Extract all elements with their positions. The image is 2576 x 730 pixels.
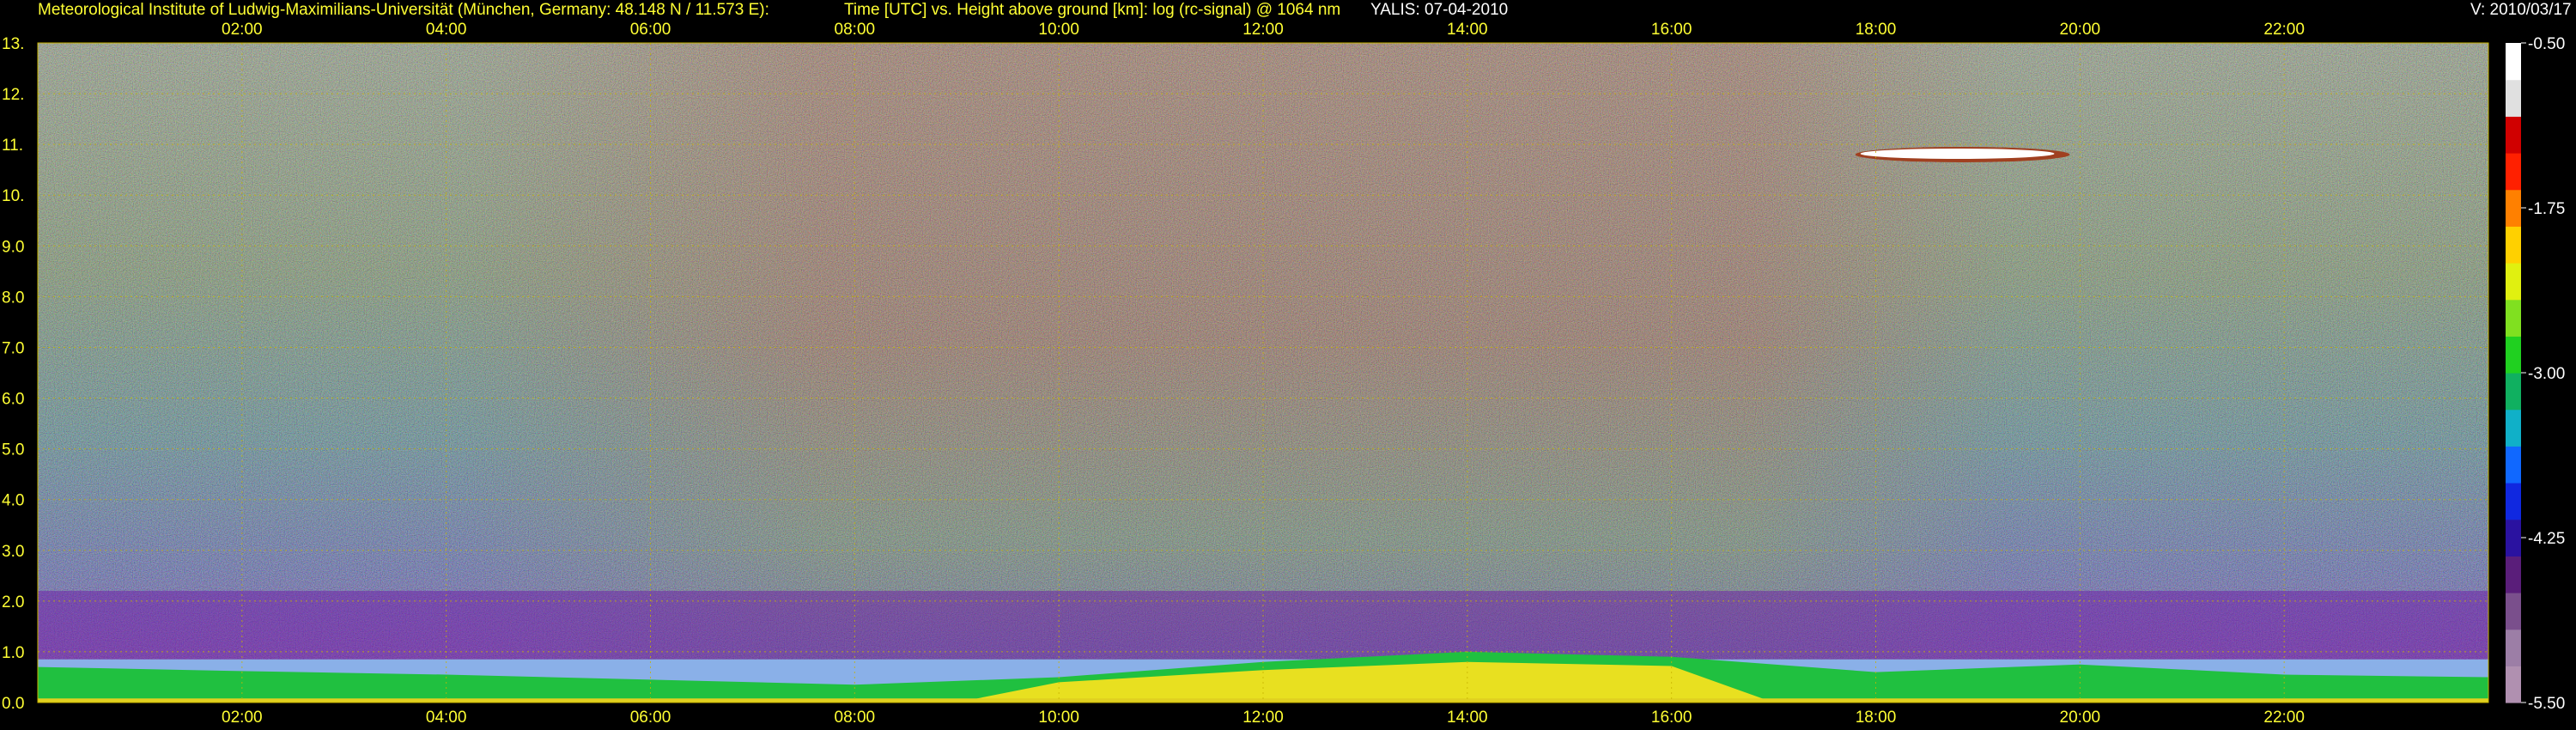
colorbar-segment <box>2506 446 2521 484</box>
x-tick-label-top: 10:00 <box>1038 21 1079 39</box>
x-tick-label-bottom: 10:00 <box>1038 709 1079 727</box>
colorbar-segment <box>2506 336 2521 374</box>
colorbar-segment <box>2506 116 2521 154</box>
x-tick-label-bottom: 04:00 <box>426 709 467 727</box>
colorbar-segment <box>2506 629 2521 666</box>
colorbar-segment <box>2506 226 2521 264</box>
colorbar-segment <box>2506 409 2521 447</box>
colorbar-segment <box>2506 153 2521 191</box>
y-tick-label: 11. <box>2 137 23 155</box>
x-tick-label-top: 08:00 <box>835 21 876 39</box>
y-tick-label: 0.0 <box>2 695 24 713</box>
y-tick-label: 12. <box>2 86 24 104</box>
colorbar-segment <box>2506 556 2521 593</box>
y-tick-label: 10. <box>2 187 24 205</box>
colorbar-segment <box>2506 189 2521 227</box>
y-tick-label: 8.0 <box>2 289 24 307</box>
y-tick-label: 3.0 <box>2 543 24 561</box>
y-tick-label: 2.0 <box>2 593 24 611</box>
x-tick-label-top: 12:00 <box>1242 21 1284 39</box>
x-tick-label-top: 22:00 <box>2263 21 2305 39</box>
x-tick-label-bottom: 18:00 <box>1856 709 1897 727</box>
colorbar-segment <box>2506 483 2521 520</box>
x-tick-label-bottom: 08:00 <box>835 709 876 727</box>
colorbar-segment <box>2506 299 2521 337</box>
y-tick-label: 13. <box>2 35 24 53</box>
colorbar-tick-label: -5.50 <box>2528 695 2565 713</box>
x-tick-label-top: 16:00 <box>1651 21 1692 39</box>
y-tick-label: 5.0 <box>2 441 24 459</box>
x-tick-label-top: 04:00 <box>426 21 467 39</box>
x-tick-label-top: 14:00 <box>1447 21 1488 39</box>
x-tick-label-top: 02:00 <box>222 21 263 39</box>
x-tick-label-bottom: 20:00 <box>2060 709 2101 727</box>
x-tick-label-bottom: 14:00 <box>1447 709 1488 727</box>
colorbar-segment <box>2506 519 2521 557</box>
colorbar-tick-label: -3.00 <box>2528 365 2565 383</box>
colorbar-segment <box>2506 263 2521 301</box>
x-tick-label-top: 06:00 <box>630 21 671 39</box>
x-tick-label-bottom: 12:00 <box>1242 709 1284 727</box>
y-tick-label: 4.0 <box>2 492 24 510</box>
colorbar-tick-label: -0.50 <box>2528 35 2565 53</box>
x-tick-label-top: 20:00 <box>2060 21 2101 39</box>
colorbar-tick-label: -1.75 <box>2528 200 2565 218</box>
colorbar-segment <box>2506 593 2521 630</box>
colorbar-segment <box>2506 373 2521 411</box>
lidar-heatmap: 02:00 02:00 04:00 04:00 06:00 06:00 08:00 08:00… <box>2 21 2565 727</box>
x-tick-label-top: 18:00 <box>1856 21 1897 39</box>
colorbar-segment <box>2506 666 2521 703</box>
x-tick-label-bottom: 16:00 <box>1651 709 1692 727</box>
y-tick-label: 9.0 <box>2 238 24 256</box>
colorbar-segment <box>2506 43 2521 81</box>
y-tick-label: 1.0 <box>2 644 24 662</box>
y-tick-label: 7.0 <box>2 339 24 357</box>
x-tick-label-bottom: 02:00 <box>222 709 263 727</box>
colorbar-tick-label: -4.25 <box>2528 530 2565 548</box>
x-tick-label-bottom: 06:00 <box>630 709 671 727</box>
cirrus-cloud <box>1860 148 2055 159</box>
y-tick-label: 6.0 <box>2 391 24 409</box>
colorbar-segment <box>2506 79 2521 117</box>
x-tick-label-bottom: 22:00 <box>2263 709 2305 727</box>
